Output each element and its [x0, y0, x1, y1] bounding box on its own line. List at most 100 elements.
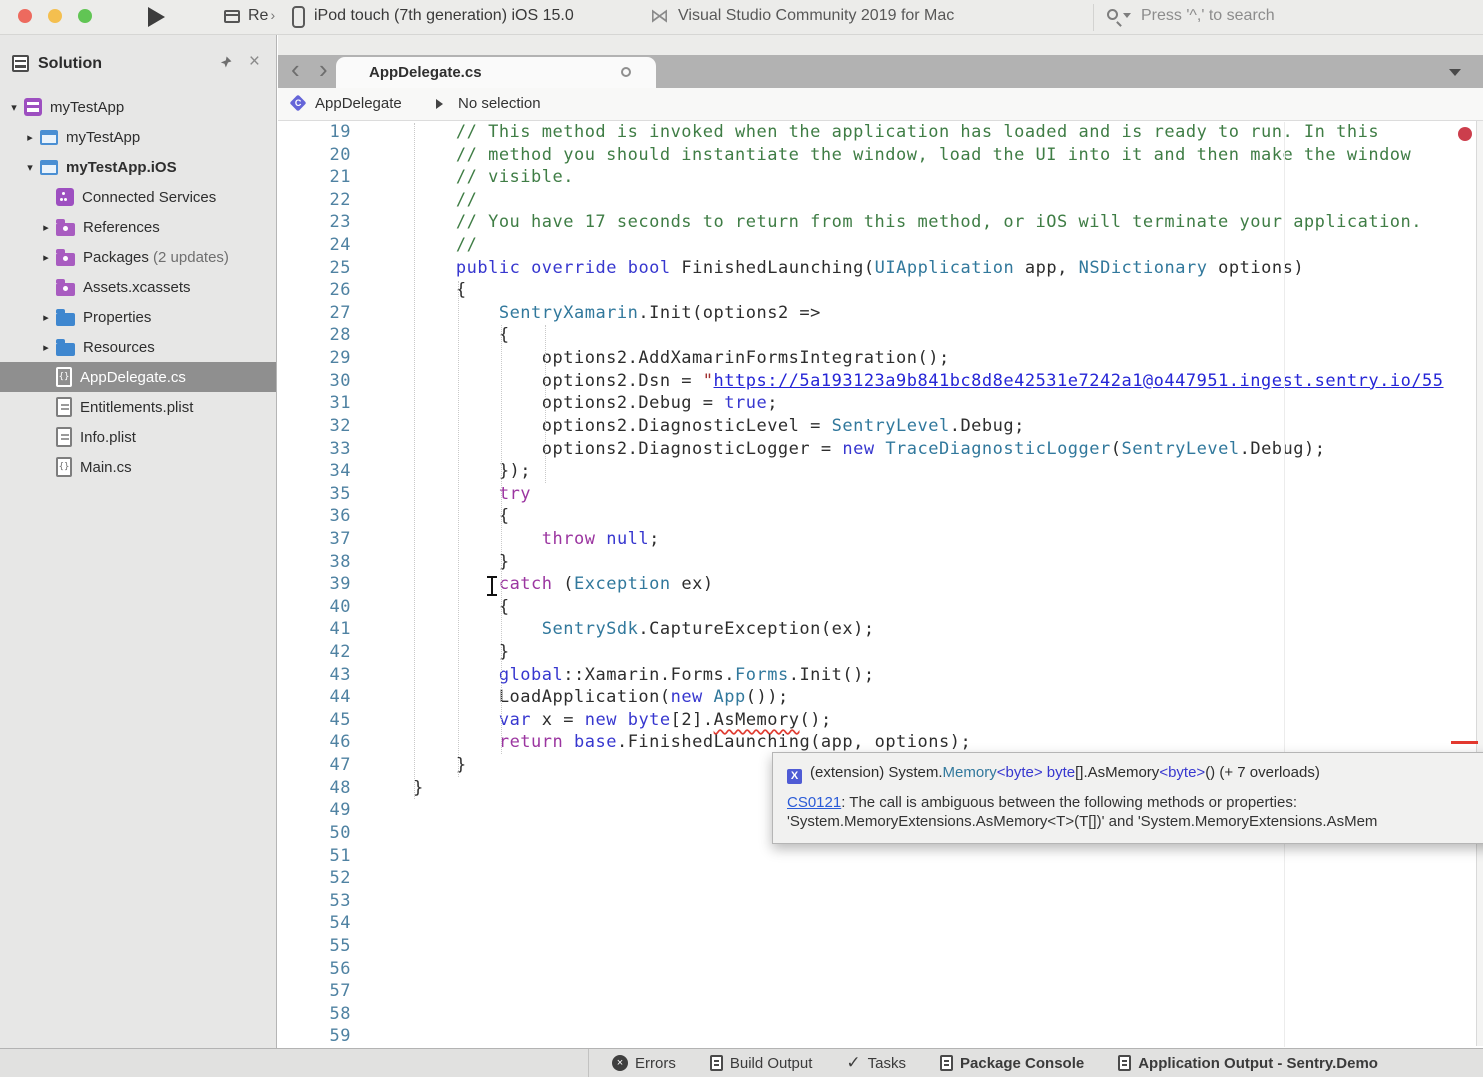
sidebar-item-info-plist[interactable]: Info.plist — [0, 422, 276, 452]
search-input[interactable]: Press '^,' to search — [1141, 7, 1275, 25]
code-line[interactable]: 52 — [278, 867, 1483, 890]
pad-button-package-console[interactable]: Package Console — [940, 1055, 1084, 1072]
line-number: 48 — [278, 777, 355, 800]
line-number: 29 — [278, 347, 355, 370]
sidebar-item-label: Resources — [83, 339, 155, 356]
errors-icon: × — [612, 1055, 628, 1071]
line-number: 57 — [278, 980, 355, 1003]
pad-button-build-output[interactable]: Build Output — [710, 1055, 813, 1072]
sidebar-item-properties[interactable]: ▸ Properties — [0, 302, 276, 332]
code-line[interactable]: 19 // This method is invoked when the ap… — [278, 121, 1483, 144]
run-button[interactable] — [148, 7, 165, 27]
sidebar-item-label: myTestApp — [66, 129, 140, 146]
solution-pad: Solution × ▾myTestApp▸myTestApp▾myTestAp… — [0, 35, 277, 1048]
breadcrumb-member[interactable]: No selection — [458, 95, 541, 112]
line-number: 49 — [278, 799, 355, 822]
close-window-button[interactable] — [18, 9, 32, 23]
error-tooltip: X(extension) System.Memory<byte> byte[].… — [772, 752, 1483, 844]
sidebar-item-references[interactable]: ▸References — [0, 212, 276, 242]
device-selector[interactable]: iPod touch (7th generation) iOS 15.0 — [314, 7, 574, 25]
expander-right-icon[interactable]: ▸ — [36, 311, 56, 324]
code-line[interactable]: 20 // method you should instantiate the … — [278, 144, 1483, 167]
line-number: 23 — [278, 211, 355, 234]
code-line[interactable]: 58 — [278, 1003, 1483, 1026]
line-number: 25 — [278, 257, 355, 280]
services-icon — [56, 188, 74, 206]
navigate-forward-button[interactable]: › — [319, 54, 328, 85]
sidebar-item-label: Properties — [83, 309, 151, 326]
breadcrumb: C AppDelegate No selection — [278, 88, 1483, 121]
expander-down-icon[interactable]: ▾ — [20, 161, 40, 174]
mouse-ibeam-cursor — [486, 576, 498, 598]
zoom-window-button[interactable] — [78, 9, 92, 23]
tooltip-error-detail: 'System.MemoryExtensions.AsMemory<T>(T[]… — [787, 813, 1483, 832]
pad-button-errors[interactable]: ×Errors — [612, 1055, 676, 1072]
code-line[interactable]: 23 // You have 17 seconds to return from… — [278, 211, 1483, 234]
line-number: 50 — [278, 822, 355, 845]
tab-appdelegate[interactable]: AppDelegate.cs — [336, 57, 656, 88]
code-line[interactable]: 54 — [278, 912, 1483, 935]
pad-button-application-output-sentry-demo[interactable]: Application Output - Sentry.Demo — [1118, 1055, 1378, 1072]
expander-right-icon[interactable]: ▸ — [36, 251, 56, 264]
sidebar-item-resources[interactable]: ▸ Resources — [0, 332, 276, 362]
folder-blue-icon — [56, 313, 75, 326]
tab-list-dropdown-icon[interactable] — [1449, 69, 1461, 76]
sidebar-item-appdelegate-cs[interactable]: {}AppDelegate.cs — [0, 362, 276, 392]
tab-strip: ‹ › AppDelegate.cs — [278, 55, 1483, 88]
pad-button-label: Application Output - Sentry.Demo — [1138, 1055, 1378, 1072]
navigate-back-button[interactable]: ‹ — [291, 54, 300, 85]
indent-guide — [458, 281, 459, 777]
breadcrumb-arrow-icon — [436, 99, 443, 109]
run-configuration-selector[interactable]: Re› — [248, 7, 275, 25]
code-line[interactable]: 57 — [278, 980, 1483, 1003]
sidebar-item-label: Assets.xcassets — [83, 279, 191, 296]
output-doc-icon — [710, 1055, 723, 1071]
file-error-indicator-icon[interactable] — [1458, 127, 1472, 141]
cs-icon: {} — [56, 457, 72, 477]
sidebar-item-entitlements-plist[interactable]: Entitlements.plist — [0, 392, 276, 422]
expander-right-icon[interactable]: ▸ — [36, 341, 56, 354]
breadcrumb-class[interactable]: AppDelegate — [315, 95, 402, 112]
line-number: 45 — [278, 709, 355, 732]
expander-down-icon[interactable]: ▾ — [4, 101, 24, 114]
line-number: 34 — [278, 460, 355, 483]
line-number: 47 — [278, 754, 355, 777]
line-number: 41 — [278, 618, 355, 641]
sidebar-item-packages[interactable]: ▸Packages (2 updates) — [0, 242, 276, 272]
code-line[interactable]: 55 — [278, 935, 1483, 958]
code-line[interactable]: 51 — [278, 845, 1483, 868]
pin-icon[interactable] — [219, 56, 232, 74]
sidebar-item-mytestapp[interactable]: ▸ myTestApp — [0, 122, 276, 152]
line-number: 42 — [278, 641, 355, 664]
expander-right-icon[interactable]: ▸ — [36, 221, 56, 234]
sidebar-item-mytestapp[interactable]: ▾myTestApp — [0, 92, 276, 122]
solution-tree: ▾myTestApp ▸ myTestApp ▾myTestApp.iOS Connec… — [0, 92, 276, 482]
scrollbar[interactable] — [1476, 121, 1483, 1046]
sidebar-item-assets-xcassets[interactable]: Assets.xcassets — [0, 272, 276, 302]
expander-right-icon[interactable]: ▸ — [20, 131, 40, 144]
code-editor[interactable]: 19 // This method is invoked when the ap… — [278, 121, 1483, 1048]
code-line[interactable]: 59 — [278, 1025, 1483, 1048]
pad-button-label: Package Console — [960, 1055, 1084, 1072]
code-line[interactable]: 21 // visible. — [278, 166, 1483, 189]
plist-icon — [56, 397, 72, 417]
code-line[interactable]: 53 — [278, 890, 1483, 913]
line-number: 38 — [278, 551, 355, 574]
pad-button-label: Build Output — [730, 1055, 813, 1072]
code-line[interactable]: 22 // — [278, 189, 1483, 212]
error-code-link[interactable]: CS0121 — [787, 794, 841, 811]
code-line[interactable]: 56 — [278, 958, 1483, 981]
sidebar-item-mytestapp-ios[interactable]: ▾myTestApp.iOS — [0, 152, 276, 182]
code-line[interactable]: 24 // — [278, 234, 1483, 257]
line-number: 24 — [278, 234, 355, 257]
close-icon[interactable]: × — [249, 51, 260, 73]
sidebar-item-label: Main.cs — [80, 459, 132, 476]
sidebar-item-label: Connected Services — [82, 189, 216, 206]
sidebar-item-connected-services[interactable]: Connected Services — [0, 182, 276, 212]
solution-pad-title: Solution — [38, 55, 102, 73]
pad-button-tasks[interactable]: ✓Tasks — [846, 1055, 906, 1072]
sidebar-item-main-cs[interactable]: {} Main.cs — [0, 452, 276, 482]
minimize-window-button[interactable] — [48, 9, 62, 23]
code-line[interactable]: 25 public override bool FinishedLaunchin… — [278, 257, 1483, 280]
column-ruler — [1284, 122, 1285, 1047]
